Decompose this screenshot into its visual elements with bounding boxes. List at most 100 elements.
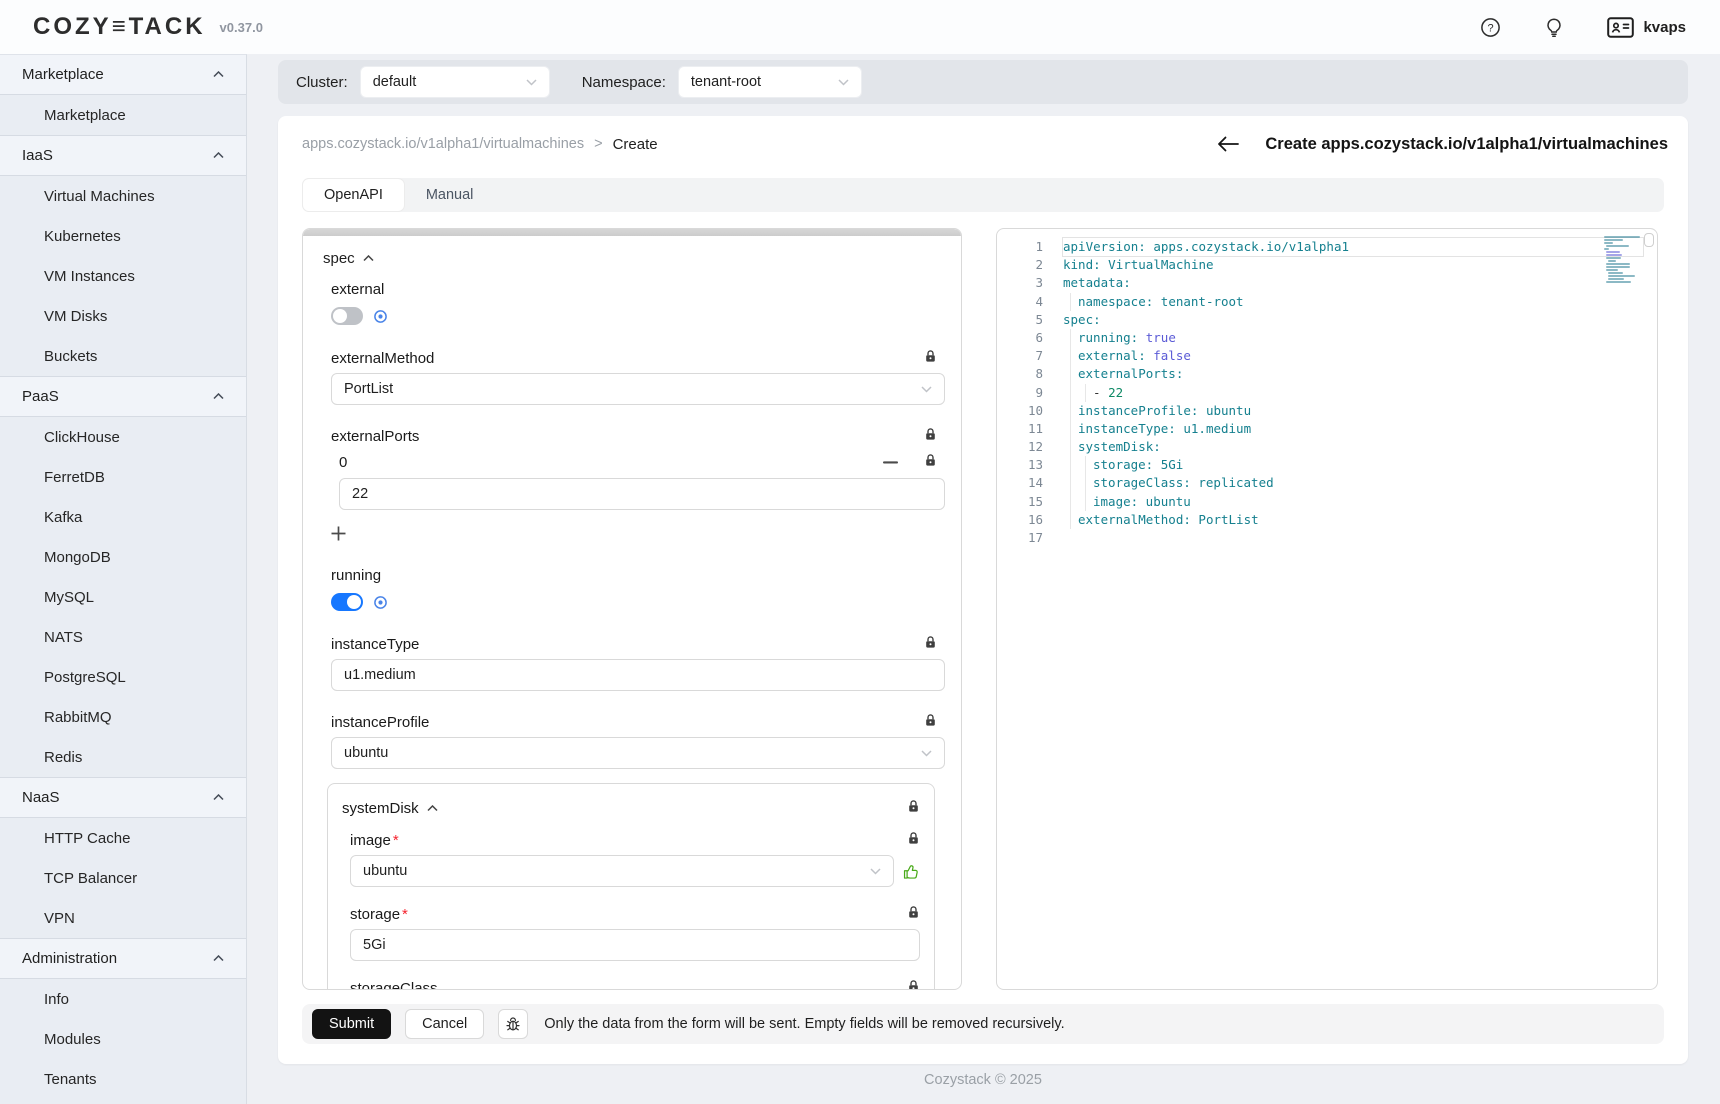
sidebar-item-tenants[interactable]: Tenants	[0, 1059, 246, 1099]
editor-line: 9- 22	[997, 384, 1657, 402]
editor-minimap[interactable]	[1604, 236, 1640, 283]
instanceprofile-select[interactable]: ubuntu	[331, 737, 945, 769]
lock-icon[interactable]	[907, 799, 920, 817]
thumbs-up-icon[interactable]	[903, 863, 920, 880]
sidebar-item-clickhouse[interactable]: ClickHouse	[0, 417, 246, 457]
editor-line: 1apiVersion: apps.cozystack.io/v1alpha1	[997, 238, 1657, 256]
yaml-editor[interactable]: 1apiVersion: apps.cozystack.io/v1alpha12…	[996, 228, 1658, 990]
editor-scrollbar[interactable]	[1644, 233, 1654, 247]
editor-lines: 1apiVersion: apps.cozystack.io/v1alpha12…	[997, 229, 1657, 547]
spec-section-toggle[interactable]: spec	[323, 250, 945, 267]
tab-manual[interactable]: Manual	[405, 178, 495, 212]
sidebar-item-kubernetes[interactable]: Kubernetes	[0, 216, 246, 256]
sidebar-item-modules[interactable]: Modules	[0, 1019, 246, 1059]
line-code: apiVersion: apps.cozystack.io/v1alpha1	[1063, 238, 1643, 256]
submit-button[interactable]: Submit	[312, 1009, 391, 1039]
editor-line: 5spec:	[997, 311, 1657, 329]
sidebar-item-virtual-machines[interactable]: Virtual Machines	[0, 176, 246, 216]
lock-icon[interactable]	[924, 635, 937, 653]
sidebar: MarketplaceMarketplaceIaaSVirtual Machin…	[0, 54, 247, 1104]
spec-label: spec	[323, 250, 355, 267]
sidebar-item-info[interactable]: Info	[0, 979, 246, 1019]
sidebar-group-paas[interactable]: PaaS	[0, 377, 246, 417]
sidebar-item-http-cache[interactable]: HTTP Cache	[0, 818, 246, 858]
instancetype-input[interactable]	[331, 659, 945, 691]
remove-port-button[interactable]	[883, 461, 898, 464]
sidebar-item-buckets[interactable]: Buckets	[0, 336, 246, 376]
breadcrumb-current: Create	[613, 136, 658, 153]
sidebar-item-marketplace[interactable]: Marketplace	[0, 95, 246, 135]
svg-text:?: ?	[1487, 22, 1493, 34]
lock-icon[interactable]	[924, 713, 937, 731]
aim-icon[interactable]	[373, 309, 388, 324]
help-icon[interactable]: ?	[1479, 16, 1501, 38]
image-select[interactable]: ubuntu	[350, 855, 894, 887]
sidebar-item-mysql[interactable]: MySQL	[0, 577, 246, 617]
storage-label: storage	[350, 906, 400, 923]
aim-icon[interactable]	[373, 595, 388, 610]
debug-button[interactable]	[498, 1009, 528, 1039]
required-asterisk: *	[393, 832, 399, 849]
sidebar-group-marketplace[interactable]: Marketplace	[0, 55, 246, 95]
form-horizontal-scrollbar[interactable]	[303, 229, 961, 236]
sidebar-item-redis[interactable]: Redis	[0, 737, 246, 777]
form-actions: Submit Cancel Only the data from the for…	[302, 1004, 1664, 1044]
sidebar-item-tcp-balancer[interactable]: TCP Balancer	[0, 858, 246, 898]
lock-icon[interactable]	[907, 905, 920, 923]
lock-icon[interactable]	[924, 453, 937, 472]
line-number: 14	[997, 474, 1043, 492]
namespace-select-value: tenant-root	[691, 74, 761, 90]
lock-icon[interactable]	[924, 349, 937, 367]
sidebar-item-mongodb[interactable]: MongoDB	[0, 537, 246, 577]
tab-openapi[interactable]: OpenAPI	[302, 178, 405, 212]
theme-bulb-icon[interactable]	[1543, 16, 1565, 38]
port-value-input[interactable]	[339, 478, 945, 510]
page-title: Create apps.cozystack.io/v1alpha1/virtua…	[1265, 135, 1668, 154]
sidebar-item-postgresql[interactable]: PostgreSQL	[0, 657, 246, 697]
line-number: 7	[997, 347, 1043, 365]
namespace-select[interactable]: tenant-root	[678, 66, 862, 98]
user-menu[interactable]: kvaps	[1607, 17, 1686, 38]
chevron-down-icon	[526, 79, 537, 86]
sidebar-item-vm-disks[interactable]: VM Disks	[0, 296, 246, 336]
sidebar-section: AdministrationInfoModulesTenants	[0, 938, 246, 1099]
sidebar-item-rabbitmq[interactable]: RabbitMQ	[0, 697, 246, 737]
line-number: 5	[997, 311, 1043, 329]
cancel-button[interactable]: Cancel	[405, 1009, 484, 1039]
sidebar-group-iaas[interactable]: IaaS	[0, 136, 246, 176]
running-label: running	[331, 567, 945, 584]
line-code: external: false	[1063, 347, 1643, 365]
sidebar-group-naas[interactable]: NaaS	[0, 778, 246, 818]
editor-line: 11instanceType: u1.medium	[997, 420, 1657, 438]
externalmethod-select[interactable]: PortList	[331, 373, 945, 405]
breadcrumb-path[interactable]: apps.cozystack.io/v1alpha1/virtualmachin…	[302, 136, 584, 152]
breadcrumb-separator: >	[594, 136, 602, 152]
sidebar-item-kafka[interactable]: Kafka	[0, 497, 246, 537]
app-header: COZY≡TACK v0.37.0 ? kvaps	[0, 0, 1720, 54]
external-toggle[interactable]	[331, 307, 363, 325]
systemdisk-toggle[interactable]: systemDisk	[342, 800, 438, 817]
editor-mode-tabs: OpenAPI Manual	[302, 178, 1664, 212]
lock-icon[interactable]	[907, 831, 920, 849]
sidebar-item-ferretdb[interactable]: FerretDB	[0, 457, 246, 497]
editor-line: 7 external: false	[997, 347, 1657, 365]
editor-line: 3metadata:	[997, 274, 1657, 292]
cluster-select-value: default	[373, 74, 417, 90]
back-button[interactable]	[1217, 136, 1239, 152]
sidebar-group-administration[interactable]: Administration	[0, 939, 246, 979]
sidebar-item-vpn[interactable]: VPN	[0, 898, 246, 938]
running-toggle[interactable]	[331, 593, 363, 611]
chevron-down-icon	[870, 868, 881, 875]
line-code	[1063, 529, 1643, 547]
externalports-label: externalPorts	[331, 428, 419, 445]
cluster-select[interactable]: default	[360, 66, 550, 98]
sidebar-item-vm-instances[interactable]: VM Instances	[0, 256, 246, 296]
lock-icon[interactable]	[907, 979, 920, 990]
add-port-button[interactable]	[331, 526, 945, 541]
minus-icon	[883, 461, 898, 464]
sidebar-item-nats[interactable]: NATS	[0, 617, 246, 657]
lock-icon[interactable]	[924, 427, 937, 445]
context-toolbar: Cluster: default Namespace: tenant-root	[278, 60, 1688, 104]
breadcrumb: apps.cozystack.io/v1alpha1/virtualmachin…	[302, 130, 1668, 158]
storage-input[interactable]	[350, 929, 920, 961]
